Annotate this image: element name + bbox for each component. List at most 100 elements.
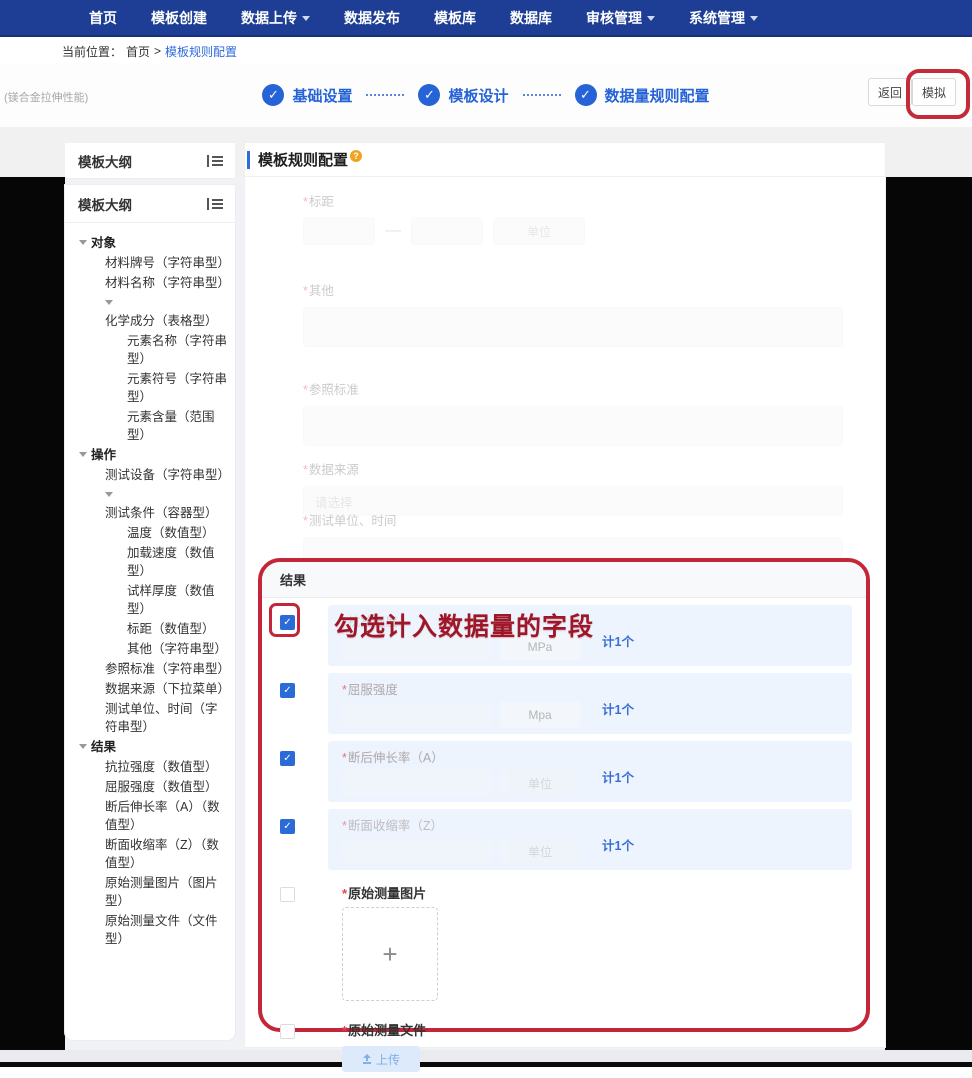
tree-item-19[interactable]: 抗拉强度（数值型） xyxy=(75,758,229,776)
image-upload-dropzone[interactable]: + xyxy=(342,907,438,1001)
count-badge: 计1个 xyxy=(602,835,634,854)
tree-item-22[interactable]: 断面收缩率（Z）（数值型） xyxy=(75,836,229,872)
form-field-gauge-length: 标距 — 单位 xyxy=(303,191,851,245)
result-section-annotated: 结果 ✓ 抗拉强度 MPa 计1个 ✓ xyxy=(258,558,870,1032)
result-row-original-image: 原始测量图片 + xyxy=(276,877,852,1007)
tree-item-24[interactable]: 原始测量文件（文件型） xyxy=(75,912,229,948)
tree-item-12[interactable]: 试样厚度（数值型） xyxy=(75,582,229,618)
breadcrumb-home-link[interactable]: 首页 xyxy=(126,43,150,60)
black-margin-left xyxy=(0,177,65,1050)
caret-down-icon xyxy=(79,452,87,457)
chevron-down-icon xyxy=(647,16,655,21)
tree-item-11[interactable]: 加载速度（数值型） xyxy=(75,544,229,580)
step-data-rule-config[interactable]: ✓ 数据量规则配置 xyxy=(575,84,710,106)
step-check-icon: ✓ xyxy=(575,84,597,106)
tree-item-13[interactable]: 标距（数值型） xyxy=(75,620,229,638)
value-input[interactable] xyxy=(342,634,492,660)
tree-item-23[interactable]: 原始测量图片（图片型） xyxy=(75,874,229,910)
checkbox-yield-strength[interactable]: ✓ xyxy=(280,683,295,698)
step-connector xyxy=(523,94,561,96)
form-field-data-source: 数据来源 请选择 xyxy=(303,459,851,516)
breadcrumb-separator: > xyxy=(154,44,161,58)
tree-item-10[interactable]: 温度（数值型） xyxy=(75,524,229,542)
tree-item-9[interactable]: 测试条件（容器型） xyxy=(75,486,229,522)
step-basic-settings[interactable]: ✓ 基础设置 xyxy=(262,84,352,106)
sidebar-title: 模板大纲 xyxy=(78,194,132,214)
nav-item-2[interactable]: 数据上传 xyxy=(228,0,323,36)
help-icon[interactable]: ? xyxy=(350,150,362,162)
tree-item-20[interactable]: 屈服强度（数值型） xyxy=(75,778,229,796)
caret-down-icon xyxy=(79,240,87,245)
tree-item-0[interactable]: 对象 xyxy=(75,234,229,252)
chevron-down-icon xyxy=(750,16,758,21)
sidebar-title: 模板大纲 xyxy=(78,151,132,171)
value-input[interactable] xyxy=(342,702,492,728)
tree-item-21[interactable]: 断后伸长率（A）（数值型） xyxy=(75,798,229,834)
nav-item-6[interactable]: 审核管理 xyxy=(573,0,668,36)
tree-item-6[interactable]: 元素含量（范围型） xyxy=(75,408,229,444)
result-row-elongation: ✓ 断后伸长率（A） 单位 计1个 xyxy=(276,741,852,802)
tree-item-8[interactable]: 测试设备（字符串型） xyxy=(75,466,229,484)
file-upload-button[interactable]: 上传 xyxy=(342,1046,420,1072)
nav-item-1[interactable]: 模板创建 xyxy=(138,0,220,36)
checkbox-tensile-strength[interactable]: ✓ xyxy=(280,615,295,630)
tree-item-3[interactable]: 化学成分（表格型） xyxy=(75,294,229,330)
result-row-reduction-of-area: ✓ 断面收缩率（Z） 单位 计1个 xyxy=(276,809,852,870)
breadcrumb: 当前位置： 首页 > 模板规则配置 xyxy=(0,39,972,63)
nav-item-0[interactable]: 首页 xyxy=(76,0,130,36)
form-field-reference-standard: 参照标准 xyxy=(303,379,851,446)
result-rows: ✓ 抗拉强度 MPa 计1个 ✓ 屈服强度 xyxy=(262,598,866,1078)
max-input[interactable] xyxy=(411,217,483,245)
tree-item-18[interactable]: 结果 xyxy=(75,738,229,756)
tree-item-4[interactable]: 元素名称（字符串型） xyxy=(75,332,229,368)
template-outline-tree: 对象材料牌号（字符串型） 材料名称（字符串型） 化学成分（表格型）元素名称（字符串型… xyxy=(65,223,235,962)
caret-down-icon xyxy=(105,300,113,305)
sidebar-panel-top: 模板大纲 xyxy=(65,143,235,179)
tree-item-1[interactable]: 材料牌号（字符串型） xyxy=(75,254,229,272)
result-row-tensile-strength: ✓ 抗拉强度 MPa 计1个 xyxy=(276,605,852,666)
chevron-down-icon xyxy=(302,16,310,21)
step-template-design[interactable]: ✓ 模板设计 xyxy=(418,84,508,106)
other-input[interactable] xyxy=(303,307,843,347)
stepper-bar: (镁合金拉伸性能) ✓ 基础设置 ✓ 模板设计 ✓ 数据量规则配置 返回 模拟 xyxy=(0,63,972,127)
tree-item-16[interactable]: 数据来源（下拉菜单） xyxy=(75,680,229,698)
form-field-other: 其他 xyxy=(303,280,851,347)
collapse-outline-icon[interactable] xyxy=(207,197,223,211)
main-panel: 模板规则配置 ? 标距 — 单位 其他 参照标准 xyxy=(245,143,885,1047)
nav-item-5[interactable]: 数据库 xyxy=(497,0,565,36)
checkbox-original-file[interactable] xyxy=(280,1024,295,1039)
breadcrumb-current: 模板规则配置 xyxy=(165,43,237,60)
tree-item-15[interactable]: 参照标准（字符串型） xyxy=(75,660,229,678)
nav-item-7[interactable]: 系统管理 xyxy=(676,0,771,36)
tree-item-5[interactable]: 元素符号（字符串型） xyxy=(75,370,229,406)
count-badge: 计1个 xyxy=(602,631,634,650)
min-input[interactable] xyxy=(303,217,375,245)
checkbox-original-image[interactable] xyxy=(280,887,295,902)
step-check-icon: ✓ xyxy=(262,84,284,106)
nav-item-3[interactable]: 数据发布 xyxy=(331,0,413,36)
unit-select[interactable]: 单位 xyxy=(493,217,585,245)
sidebar-panel: 模板大纲 对象材料牌号（字符串型） 材料名称（字符串型） 化学成分（表格型）元素名称… xyxy=(65,185,235,1040)
tree-item-7[interactable]: 操作 xyxy=(75,446,229,464)
count-badge: 计1个 xyxy=(602,767,634,786)
checkbox-elongation[interactable]: ✓ xyxy=(280,751,295,766)
back-button[interactable]: 返回 xyxy=(868,78,912,106)
value-input[interactable] xyxy=(342,770,492,796)
value-input[interactable] xyxy=(342,838,492,864)
tree-item-14[interactable]: 其他（字符串型） xyxy=(75,640,229,658)
top-nav: 首页模板创建数据上传数据发布模板库数据库审核管理系统管理 xyxy=(0,0,972,37)
tree-item-2[interactable]: 材料名称（字符串型） xyxy=(75,274,229,292)
page-title: 模板规则配置 xyxy=(258,149,348,170)
collapse-outline-icon[interactable] xyxy=(207,154,223,168)
sidebar-header: 模板大纲 xyxy=(65,185,235,223)
range-dash: — xyxy=(385,222,401,240)
reference-standard-input[interactable] xyxy=(303,406,843,446)
tree-item-17[interactable]: 测试单位、时间（字符串型） xyxy=(75,700,229,736)
nav-item-4[interactable]: 模板库 xyxy=(421,0,489,36)
caret-down-icon xyxy=(105,492,113,497)
screen: 首页模板创建数据上传数据发布模板库数据库审核管理系统管理 当前位置： 首页 > … xyxy=(0,0,972,1067)
black-margin-right xyxy=(885,177,972,1050)
simulate-button[interactable]: 模拟 xyxy=(912,78,956,106)
checkbox-reduction-of-area[interactable]: ✓ xyxy=(280,819,295,834)
title-accent-bar xyxy=(247,151,250,169)
